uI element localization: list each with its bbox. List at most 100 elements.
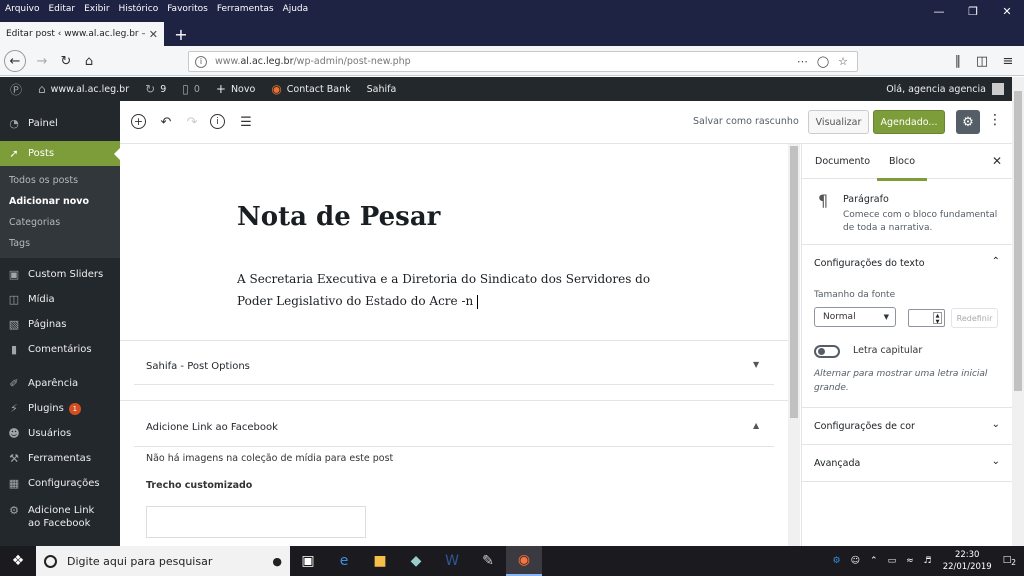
submenu-tags[interactable]: Tags xyxy=(9,233,120,254)
people-icon[interactable]: ☺ xyxy=(851,556,860,566)
wifi-icon[interactable]: ≈ xyxy=(906,556,914,566)
undo-icon[interactable]: ↶ xyxy=(157,113,175,131)
sidebar-item-comentarios[interactable]: ▮ Comentários xyxy=(0,337,120,362)
spinner-icon[interactable]: ▲ ▼ xyxy=(933,312,942,325)
account-menu[interactable]: Olá, agencia agencia xyxy=(886,83,1004,95)
home-icon[interactable]: ⌂ xyxy=(77,49,101,73)
task-view-icon[interactable]: ▣ xyxy=(290,546,326,576)
reset-button[interactable]: Redefinir xyxy=(951,308,998,328)
browser-tab[interactable]: Editar post ‹ www.al.ac.leg.br — W ✕ xyxy=(0,22,164,46)
taskbar-search[interactable]: Digite aqui para pesquisar ● xyxy=(36,546,290,576)
scroll-thumb[interactable] xyxy=(790,146,798,418)
font-size-number-input[interactable]: ▲ ▼ xyxy=(908,309,945,327)
save-draft-button[interactable]: Salvar como rascunho xyxy=(693,116,799,127)
post-title[interactable]: Nota de Pesar xyxy=(237,202,440,232)
site-name-link[interactable]: ⌂ www.al.ac.leg.br xyxy=(38,82,129,96)
menu-favoritos[interactable]: Favoritos xyxy=(167,4,208,14)
paragraph-block[interactable]: A Secretaria Executiva e a Diretoria do … xyxy=(237,268,677,312)
clock[interactable]: 22:30 22/01/2019 xyxy=(943,549,992,573)
sidebar-item-posts[interactable]: ➚ Posts xyxy=(0,141,120,166)
reload-icon[interactable]: ↻ xyxy=(54,49,78,73)
menu-historico[interactable]: Histórico xyxy=(119,4,159,14)
word-icon[interactable]: W xyxy=(434,546,470,576)
menu-arquivo[interactable]: Arquivo xyxy=(5,4,39,14)
notification-icon[interactable]: □2 xyxy=(1003,555,1016,567)
editor-scrollbar[interactable] xyxy=(788,144,800,546)
close-icon[interactable]: ✕ xyxy=(992,154,1002,168)
sidebar-item-usuarios[interactable]: ☻ Usuários xyxy=(0,421,120,446)
add-block-icon[interactable]: + xyxy=(131,114,146,129)
contact-bank-link[interactable]: ◉ Contact Bank xyxy=(271,82,350,96)
menu-ferramentas[interactable]: Ferramentas xyxy=(217,4,274,14)
sahifa-link[interactable]: Sahifa xyxy=(367,84,397,95)
facebook-metabox-title[interactable]: Adicione Link ao Facebook xyxy=(146,422,278,433)
windows-start-icon[interactable]: ❖ xyxy=(0,546,36,576)
sahifa-metabox-title[interactable]: Sahifa - Post Options xyxy=(146,361,250,372)
drop-cap-toggle[interactable] xyxy=(814,345,840,358)
app-icon[interactable]: ◆ xyxy=(398,546,434,576)
scroll-thumb[interactable] xyxy=(1014,91,1022,391)
microphone-icon[interactable]: ● xyxy=(272,555,282,568)
more-options-icon[interactable]: ⋮ xyxy=(988,112,1002,128)
preview-button[interactable]: Visualizar xyxy=(808,110,869,134)
firefox-icon[interactable]: ◉ xyxy=(506,546,542,576)
hamburger-menu-icon[interactable]: ≡ xyxy=(996,49,1020,73)
close-tab-icon[interactable]: ✕ xyxy=(149,28,158,41)
color-settings-header[interactable]: Configurações de cor ⌄ xyxy=(802,408,1012,444)
settings-gear-icon[interactable]: ⚙ xyxy=(956,110,980,134)
chevron-up-icon[interactable]: ⌃ xyxy=(870,556,878,566)
page-scrollbar[interactable] xyxy=(1012,77,1024,546)
tab-block[interactable]: Bloco xyxy=(876,156,928,181)
font-size-select[interactable]: Normal ▼ xyxy=(814,307,896,327)
pocket-icon[interactable]: ◯ xyxy=(817,55,829,68)
text-settings-header[interactable]: Configurações do texto ⌃ xyxy=(802,245,1012,281)
menu-editar[interactable]: Editar xyxy=(48,4,75,14)
restore-icon[interactable]: ❐ xyxy=(956,0,990,22)
new-content-link[interactable]: + Novo xyxy=(216,82,255,96)
site-info-icon[interactable]: i xyxy=(195,55,207,68)
submenu-categories[interactable]: Categorias xyxy=(9,212,120,233)
url-text: www.al.ac.leg.br/wp-admin/post-new.php xyxy=(215,56,411,67)
battery-icon[interactable]: ▭ xyxy=(888,556,897,566)
comments-link[interactable]: ▯ 0 xyxy=(182,82,200,96)
sidebar-item-plugins[interactable]: ⚡ Plugins 1 xyxy=(0,396,120,421)
paint-icon[interactable]: ✎ xyxy=(470,546,506,576)
schedule-button[interactable]: Agendado... xyxy=(873,110,945,134)
menu-ajuda[interactable]: Ajuda xyxy=(283,4,309,14)
updates-link[interactable]: ↻ 9 xyxy=(145,82,166,96)
address-bar[interactable]: i www.al.ac.leg.br/wp-admin/post-new.php… xyxy=(188,51,858,72)
sidebar-item-configuracoes[interactable]: ▦ Configurações xyxy=(0,471,120,496)
sidebar-item-midia[interactable]: ◫ Mídia xyxy=(0,287,120,312)
new-tab-icon[interactable]: + xyxy=(170,22,192,46)
library-icon[interactable]: ∥ xyxy=(946,49,970,73)
minimize-icon[interactable]: — xyxy=(922,0,956,22)
sidebar-item-aparencia[interactable]: ✐ Aparência xyxy=(0,371,120,396)
advanced-header[interactable]: Avançada ⌄ xyxy=(802,445,1012,481)
sidebar-toggle-icon[interactable]: ◫ xyxy=(970,49,994,73)
outline-icon[interactable]: ☰ xyxy=(237,113,255,131)
submenu-add-new[interactable]: Adicionar novo xyxy=(9,191,120,212)
tab-document[interactable]: Documento xyxy=(815,156,870,167)
submenu-all-posts[interactable]: Todos os posts xyxy=(9,170,120,191)
wp-logo-icon[interactable]: Ⓟ xyxy=(10,81,22,98)
sidebar-item-paginas[interactable]: ▧ Páginas xyxy=(0,312,120,337)
network-app-icon[interactable]: ⚙ xyxy=(833,556,841,566)
info-icon[interactable]: i xyxy=(210,114,225,129)
edge-icon[interactable]: e xyxy=(326,546,362,576)
bookmark-star-icon[interactable]: ☆ xyxy=(838,55,848,68)
caret-down-icon[interactable]: ▼ xyxy=(753,360,759,369)
sidebar-item-ferramentas[interactable]: ⚒ Ferramentas xyxy=(0,446,120,471)
sidebar-item-painel[interactable]: ◔ Painel xyxy=(0,111,120,136)
excerpt-textarea[interactable] xyxy=(146,506,366,538)
forward-icon[interactable]: → xyxy=(30,49,54,73)
back-icon[interactable]: ← xyxy=(4,50,26,72)
page-actions-icon[interactable]: ⋯ xyxy=(797,55,808,68)
sidebar-item-custom-sliders[interactable]: ▣ Custom Sliders xyxy=(0,262,120,287)
sidebar-item-facebook-link[interactable]: ⚙ Adicione Link ao Facebook xyxy=(0,504,120,534)
file-explorer-icon[interactable]: ■ xyxy=(362,546,398,576)
menu-exibir[interactable]: Exibir xyxy=(84,4,109,14)
volume-icon[interactable]: ♬ xyxy=(924,556,932,566)
caret-up-icon[interactable]: ▲ xyxy=(753,421,759,430)
close-window-icon[interactable]: ✕ xyxy=(990,0,1024,22)
redo-icon[interactable]: ↷ xyxy=(183,113,201,131)
